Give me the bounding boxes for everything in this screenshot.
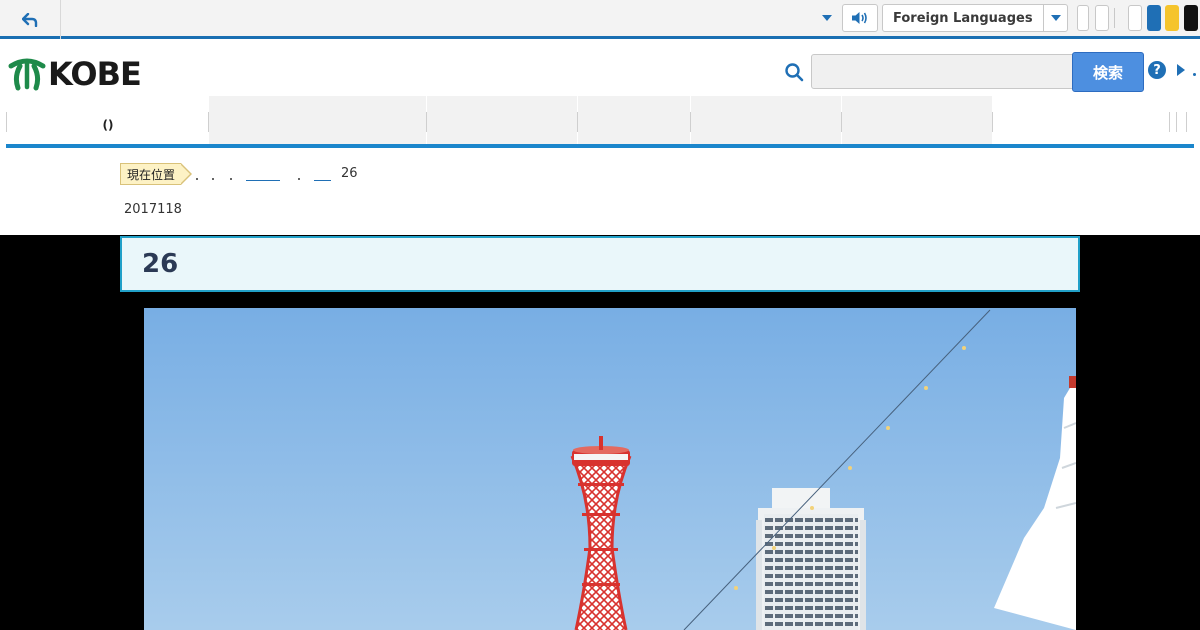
- publish-date: 2017118: [124, 202, 182, 217]
- site-logo[interactable]: KOBE: [8, 55, 142, 93]
- breadcrumb-separator: [298, 178, 300, 180]
- triangle-right-icon: [1177, 64, 1185, 76]
- breadcrumb-link[interactable]: [314, 180, 331, 181]
- nav-item-5[interactable]: [691, 96, 841, 144]
- kobe-port-tower-photo: [144, 308, 1076, 630]
- page-title-box: 26: [120, 236, 1080, 292]
- nav-item-7[interactable]: [993, 96, 1169, 144]
- search-input[interactable]: [811, 54, 1073, 89]
- nav-item-4[interactable]: [578, 96, 690, 144]
- breadcrumb-link[interactable]: [246, 180, 280, 181]
- breadcrumb-separator: [196, 178, 198, 180]
- read-aloud-button[interactable]: [842, 4, 878, 32]
- breadcrumb-badge-tip: [180, 163, 193, 185]
- search-button[interactable]: 検索: [1072, 52, 1144, 92]
- utility-bar: Foreign Languages: [0, 0, 1200, 39]
- kobe-city-emblem-icon: [8, 58, 46, 91]
- nav-item-3[interactable]: [427, 96, 577, 144]
- color-yellow-button[interactable]: [1165, 5, 1179, 31]
- nav-item-2[interactable]: [209, 96, 426, 144]
- expand-caret-button[interactable]: [818, 9, 836, 27]
- color-black-button[interactable]: [1184, 5, 1198, 31]
- language-select-value: Foreign Languages: [893, 10, 1033, 26]
- nav-item-8[interactable]: [1170, 96, 1184, 144]
- menu-arrow-icon[interactable]: [1177, 62, 1191, 78]
- breadcrumb-badge-label: 現在位置: [120, 163, 182, 185]
- language-select-arrow[interactable]: [1043, 5, 1067, 31]
- nav-separator: [1186, 112, 1187, 132]
- page-title: 26: [142, 249, 179, 279]
- search-icon: [785, 63, 804, 82]
- color-blue-button[interactable]: [1147, 5, 1161, 31]
- language-select[interactable]: Foreign Languages: [882, 4, 1068, 32]
- color-white-button[interactable]: [1128, 5, 1142, 31]
- photo-illustration: [144, 308, 1076, 630]
- nav-separator: [1176, 112, 1177, 132]
- breadcrumb-current: 26: [341, 166, 358, 181]
- back-arrow-icon: [22, 12, 38, 27]
- help-icon[interactable]: ?: [1148, 61, 1166, 79]
- menu-dot: [1193, 73, 1196, 76]
- logo-text: KOBE: [48, 55, 142, 93]
- caret-down-icon: [1050, 14, 1061, 21]
- breadcrumb-separator: [230, 178, 232, 180]
- nav-item-6[interactable]: [842, 96, 992, 144]
- toolbar-divider: [1114, 8, 1115, 28]
- font-size-large-button[interactable]: [1095, 5, 1109, 31]
- breadcrumb-badge: 現在位置: [120, 163, 193, 185]
- nav-item-home[interactable]: (): [7, 96, 209, 144]
- speaker-icon: [852, 12, 867, 24]
- font-size-small-button[interactable]: [1077, 5, 1089, 31]
- caret-down-icon: [822, 14, 832, 21]
- breadcrumb-separator: [212, 178, 214, 180]
- back-button[interactable]: [0, 0, 61, 39]
- global-nav: (): [6, 96, 1194, 148]
